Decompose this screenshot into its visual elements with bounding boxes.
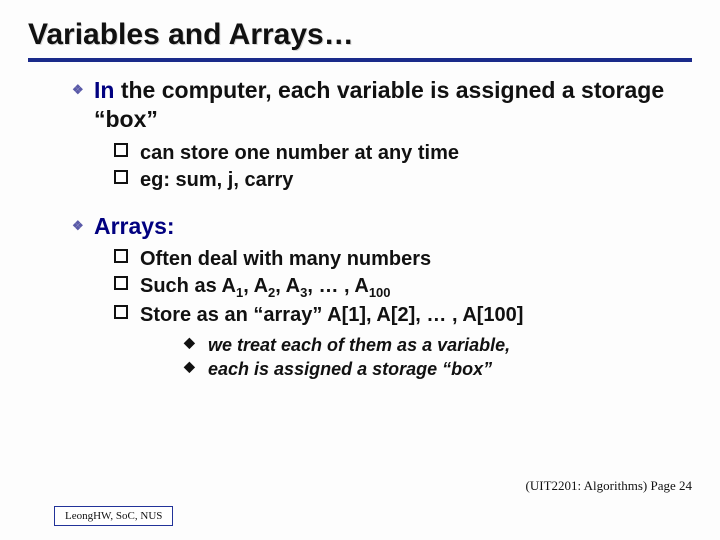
slide: Variables and Arrays… ❖ In the computer,… (0, 0, 720, 381)
bullet-arrays: ❖ Arrays: (72, 212, 682, 241)
square-bullet-icon (114, 276, 128, 290)
list-text: we treat each of them as a variable, (208, 335, 510, 355)
footer-author-box: LeongHW, SoC, NUS (54, 506, 173, 526)
list-text: each is assigned a storage “box” (208, 359, 492, 379)
slide-title: Variables and Arrays… (28, 18, 692, 56)
square-bullet-icon (114, 170, 128, 184)
heading-text: Arrays: (94, 213, 175, 239)
square-bullet-icon (114, 143, 128, 157)
list-text: Store as an “array” A[1], A[2], … , A[10… (140, 304, 523, 326)
list-text: eg: sum, j, carry (140, 169, 293, 191)
sublist-arrays: Often deal with many numbers Such as A1,… (72, 246, 682, 381)
sublist-variables: can store one number at any time eg: sum… (72, 140, 682, 194)
list-text: Often deal with many numbers (140, 248, 431, 270)
list-item: Often deal with many numbers (114, 246, 682, 273)
slide-content: ❖ In the computer, each variable is assi… (28, 62, 692, 381)
subsublist: we treat each of them as a variable, eac… (114, 333, 682, 382)
list-item: can store one number at any time (114, 140, 682, 167)
diamond-bullet-icon: ❖ (72, 82, 84, 98)
footer-page-info: (UIT2201: Algorithms) Page 24 (526, 478, 692, 494)
square-bullet-icon (114, 305, 128, 319)
list-item: eg: sum, j, carry (114, 167, 682, 194)
list-text: Such as A1, A2, A3, … , A100 (140, 275, 391, 297)
heading-prefix: In (94, 77, 114, 103)
diamond-bullet-icon: ❖ (72, 218, 84, 234)
list-item: each is assigned a storage “box” (184, 357, 682, 381)
heading-rest: the computer, each variable is assigned … (94, 77, 664, 132)
square-bullet-icon (114, 249, 128, 263)
list-item: Such as A1, A2, A3, … , A100 (114, 273, 682, 302)
list-text: can store one number at any time (140, 142, 459, 164)
list-item: we treat each of them as a variable, (184, 333, 682, 357)
bullet-variables: ❖ In the computer, each variable is assi… (72, 76, 682, 134)
list-item: Store as an “array” A[1], A[2], … , A[10… (114, 302, 682, 329)
